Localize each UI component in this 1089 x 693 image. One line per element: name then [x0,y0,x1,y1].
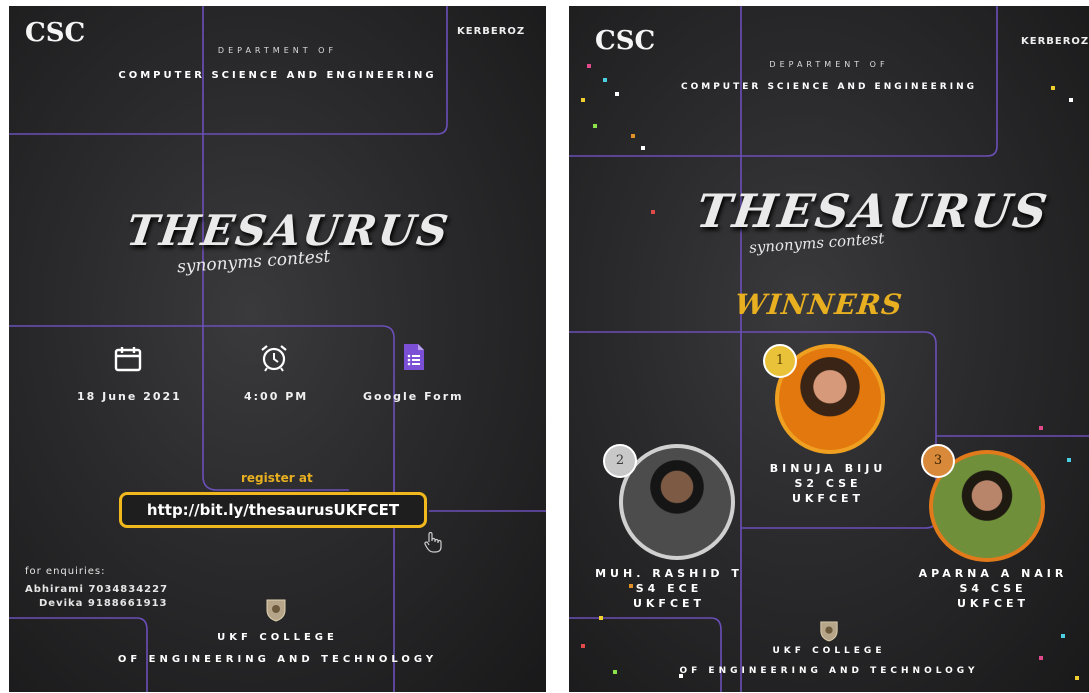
winner-1-name: BINUJA BIJU [769,462,887,475]
college-emblem-icon [265,598,287,626]
winners-poster: CSC KERBEROZ DEPARTMENT OF COMPUTER SCIE… [569,6,1089,692]
department-name: COMPUTER SCIENCE AND ENGINEERING [118,70,437,81]
winners-heading: WINNERS [733,288,905,321]
gold-medal-icon: 1 [763,344,797,378]
contact-1: Abhirami 7034834227 [25,584,169,595]
college-name-line1: UKF COLLEGE [772,646,886,656]
department-label: DEPARTMENT OF [217,46,338,55]
alarm-clock-icon [259,343,289,377]
winner-3-class: S4 CSE [959,582,1027,595]
college-name-line1: UKF COLLEGE [217,632,338,643]
department-label: DEPARTMENT OF [769,60,889,69]
winner-2-class: S4 ECE [635,582,703,595]
kerberoz-logo: KERBEROZ [457,26,526,37]
contact-2: Devika 9188661913 [39,598,168,609]
enquiries-label: for enquiries: [25,566,106,577]
contest-title: THESAURUS [123,206,453,255]
winner-3-college: UKFCET [956,597,1030,610]
calendar-icon [114,346,142,376]
winner-3-name: APARNA A NAIR [918,567,1068,580]
event-date: 18 June 2021 [77,390,182,403]
college-name-line2: OF ENGINEERING AND TECHNOLOGY [117,654,438,665]
winner-2-name: MUH. RASHID T [595,567,743,580]
hand-cursor-icon [421,530,445,558]
department-name: COMPUTER SCIENCE AND ENGINEERING [680,82,977,92]
csc-logo: CSC [595,26,656,56]
kerberoz-logo: KERBEROZ [1021,36,1089,47]
csc-logo: CSC [25,18,86,48]
event-time: 4:00 PM [244,390,309,403]
college-name-line2: OF ENGINEERING AND TECHNOLOGY [679,666,979,676]
bronze-medal-icon: 3 [921,444,955,478]
register-label: register at [241,471,313,485]
registration-platform: Google Form [363,390,464,403]
college-emblem-icon [819,620,839,646]
register-link[interactable]: http://bit.ly/thesaurusUKFCET [122,495,424,525]
silver-medal-icon: 2 [603,444,637,478]
winner-1-class: S2 CSE [794,477,862,490]
registration-poster: CSC KERBEROZ DEPARTMENT OF COMPUTER SCIE… [9,6,546,692]
register-link-box[interactable]: http://bit.ly/thesaurusUKFCET [119,492,427,528]
winner-1-college: UKFCET [791,492,865,505]
winner-2-college: UKFCET [632,597,706,610]
google-form-icon [402,342,426,376]
